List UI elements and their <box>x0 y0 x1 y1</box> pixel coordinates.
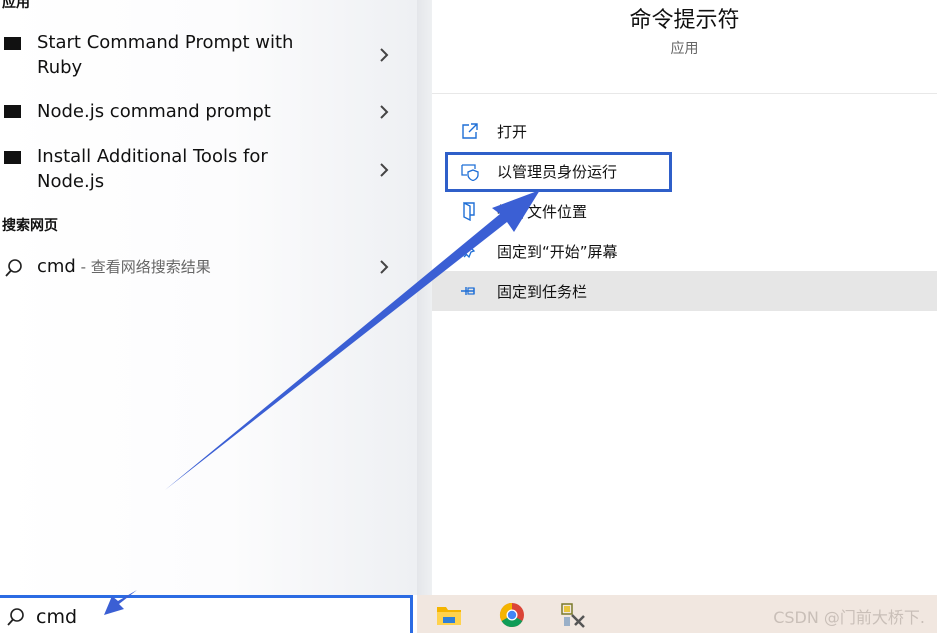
result-label-line1: Node.js command prompt <box>37 101 271 122</box>
file-explorer-icon[interactable] <box>435 601 463 629</box>
search-bar[interactable] <box>0 595 413 633</box>
apps-heading: 应用 <box>2 0 30 11</box>
action-label: 固定到任务栏 <box>497 283 588 301</box>
chevron-right-icon[interactable] <box>377 160 391 180</box>
action-pin-to-start[interactable]: 固定到“开始”屏幕 <box>432 231 937 271</box>
app-detail-pane: 命令提示符 应用 打开 以管理员身份运行 打开文件位置 固定到“开始”屏幕 固定… <box>432 0 937 595</box>
file-location-icon <box>463 201 475 221</box>
action-run-as-admin[interactable]: 以管理员身份运行 <box>432 151 937 191</box>
pane-divider <box>417 0 432 595</box>
search-icon <box>7 608 24 626</box>
search-icon <box>5 259 22 277</box>
action-pin-to-taskbar[interactable]: 固定到任务栏 <box>432 271 937 311</box>
result-start-command-prompt-ruby[interactable]: Start Command Prompt with Ruby <box>0 30 410 86</box>
shield-icon <box>461 164 479 181</box>
web-search-result[interactable]: cmd - 查看网络搜索结果 <box>0 254 410 284</box>
action-open[interactable]: 打开 <box>432 111 937 151</box>
result-label-line1: Start Command Prompt with <box>37 32 294 53</box>
pin-start-icon <box>462 243 476 259</box>
watermark: CSDN @门前大桥下. <box>773 608 925 627</box>
result-nodejs-command-prompt[interactable]: Node.js command prompt <box>0 99 410 129</box>
tools-icon[interactable] <box>559 601 587 629</box>
result-label-line1: Install Additional Tools for <box>37 146 268 167</box>
chevron-right-icon[interactable] <box>377 102 391 122</box>
web-suffix: - 查看网络搜索结果 <box>75 258 211 276</box>
result-label-line2: Node.js <box>37 171 105 192</box>
console-icon <box>4 37 21 50</box>
action-label: 固定到“开始”屏幕 <box>497 243 618 261</box>
web-search-heading: 搜索网页 <box>2 218 58 234</box>
search-input[interactable] <box>36 604 396 630</box>
app-subtitle: 应用 <box>670 41 699 57</box>
result-label-line2: Ruby <box>37 57 83 78</box>
divider <box>432 93 937 94</box>
web-query: cmd <box>37 256 76 277</box>
action-label: 打开文件位置 <box>497 203 588 221</box>
action-label: 以管理员身份运行 <box>497 163 618 181</box>
console-icon <box>4 151 21 164</box>
chevron-right-icon[interactable] <box>377 257 391 277</box>
open-icon <box>462 123 478 139</box>
pin-taskbar-icon <box>461 287 475 295</box>
result-install-additional-tools[interactable]: Install Additional Tools for Node.js <box>0 144 410 200</box>
web-search-label: cmd - 查看网络搜索结果 <box>37 254 211 280</box>
console-icon <box>4 105 21 118</box>
chrome-icon[interactable] <box>498 601 526 629</box>
chevron-right-icon[interactable] <box>377 45 391 65</box>
search-results-pane: 应用 Start Command Prompt with Ruby Node.j… <box>0 0 417 595</box>
action-label: 打开 <box>497 123 528 141</box>
action-open-file-location[interactable]: 打开文件位置 <box>432 191 937 231</box>
taskbar: CSDN @门前大桥下. <box>417 595 937 633</box>
app-title: 命令提示符 <box>629 8 740 33</box>
